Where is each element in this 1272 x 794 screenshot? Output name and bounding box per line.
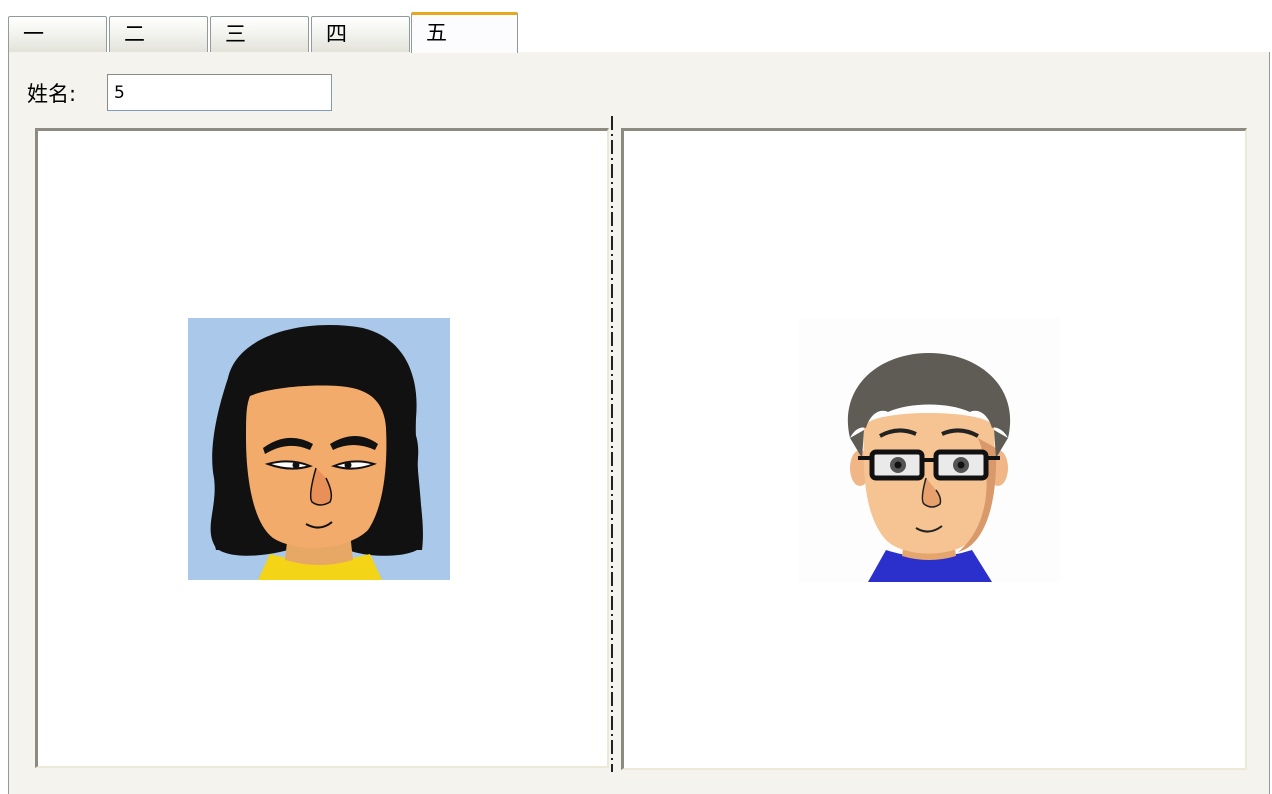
tab-5[interactable]: 五: [411, 12, 518, 53]
tab-1[interactable]: 一: [8, 16, 107, 52]
panel-splitter[interactable]: [611, 116, 613, 772]
tab-2[interactable]: 二: [109, 16, 208, 52]
name-label: 姓名:: [27, 82, 77, 106]
tab-page: 姓名:: [8, 52, 1270, 794]
right-image-panel: [621, 128, 1247, 770]
tab-4[interactable]: 四: [311, 16, 410, 52]
name-input[interactable]: [107, 74, 332, 111]
app-window: 一 二 三 四 五 姓名:: [0, 0, 1272, 794]
tab-strip: 一 二 三 四 五: [8, 12, 1270, 54]
avatar-glasses-image: [798, 318, 1060, 582]
left-image-panel: [35, 128, 609, 768]
tab-3[interactable]: 三: [210, 16, 309, 52]
avatar-long-hair-image: [188, 318, 450, 580]
